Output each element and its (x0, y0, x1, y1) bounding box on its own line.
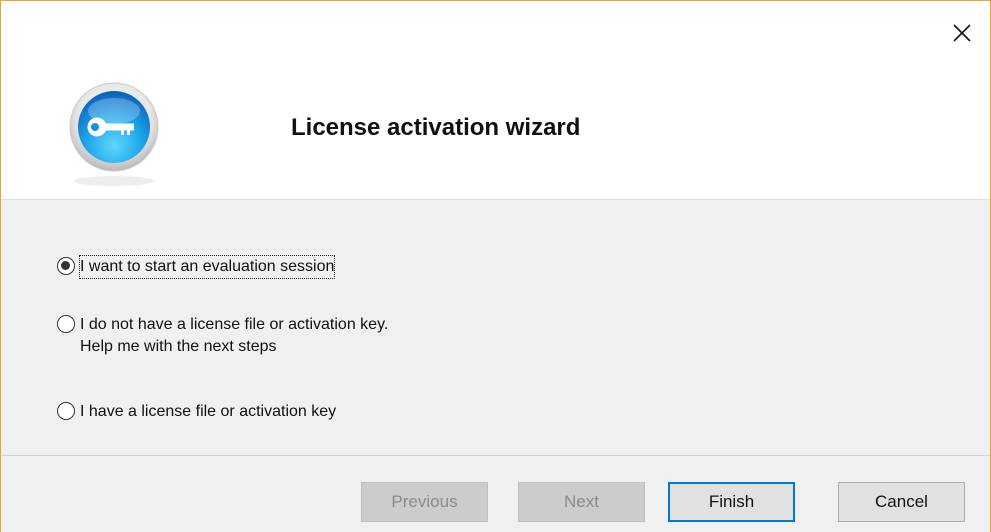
options-panel: I want to start an evaluation session I … (1, 199, 990, 456)
finish-button[interactable]: Finish (668, 482, 795, 522)
cancel-button[interactable]: Cancel (838, 482, 965, 522)
radio-evaluation[interactable] (57, 257, 75, 275)
wizard-header: License activation wizard (1, 1, 990, 199)
option-help-next-steps[interactable]: I do not have a license file or activati… (57, 314, 388, 358)
next-button[interactable]: Next (518, 482, 645, 522)
radio-have-license[interactable] (57, 402, 75, 420)
key-icon (69, 82, 159, 186)
option-help-next-steps-label[interactable]: I do not have a license file or activati… (80, 314, 388, 358)
wizard-footer: Previous Next Finish Cancel (1, 455, 990, 532)
radio-help-next-steps[interactable] (57, 315, 75, 333)
option-have-license[interactable]: I have a license file or activation key (57, 401, 336, 423)
option-evaluation-label[interactable]: I want to start an evaluation session (78, 255, 336, 279)
close-icon (953, 24, 971, 42)
close-button[interactable] (942, 13, 982, 53)
option-evaluation[interactable]: I want to start an evaluation session (57, 255, 336, 279)
option-have-license-label[interactable]: I have a license file or activation key (80, 401, 336, 423)
wizard-window: License activation wizard I want to star… (0, 0, 991, 532)
previous-button[interactable]: Previous (361, 482, 488, 522)
page-title: License activation wizard (291, 114, 581, 141)
